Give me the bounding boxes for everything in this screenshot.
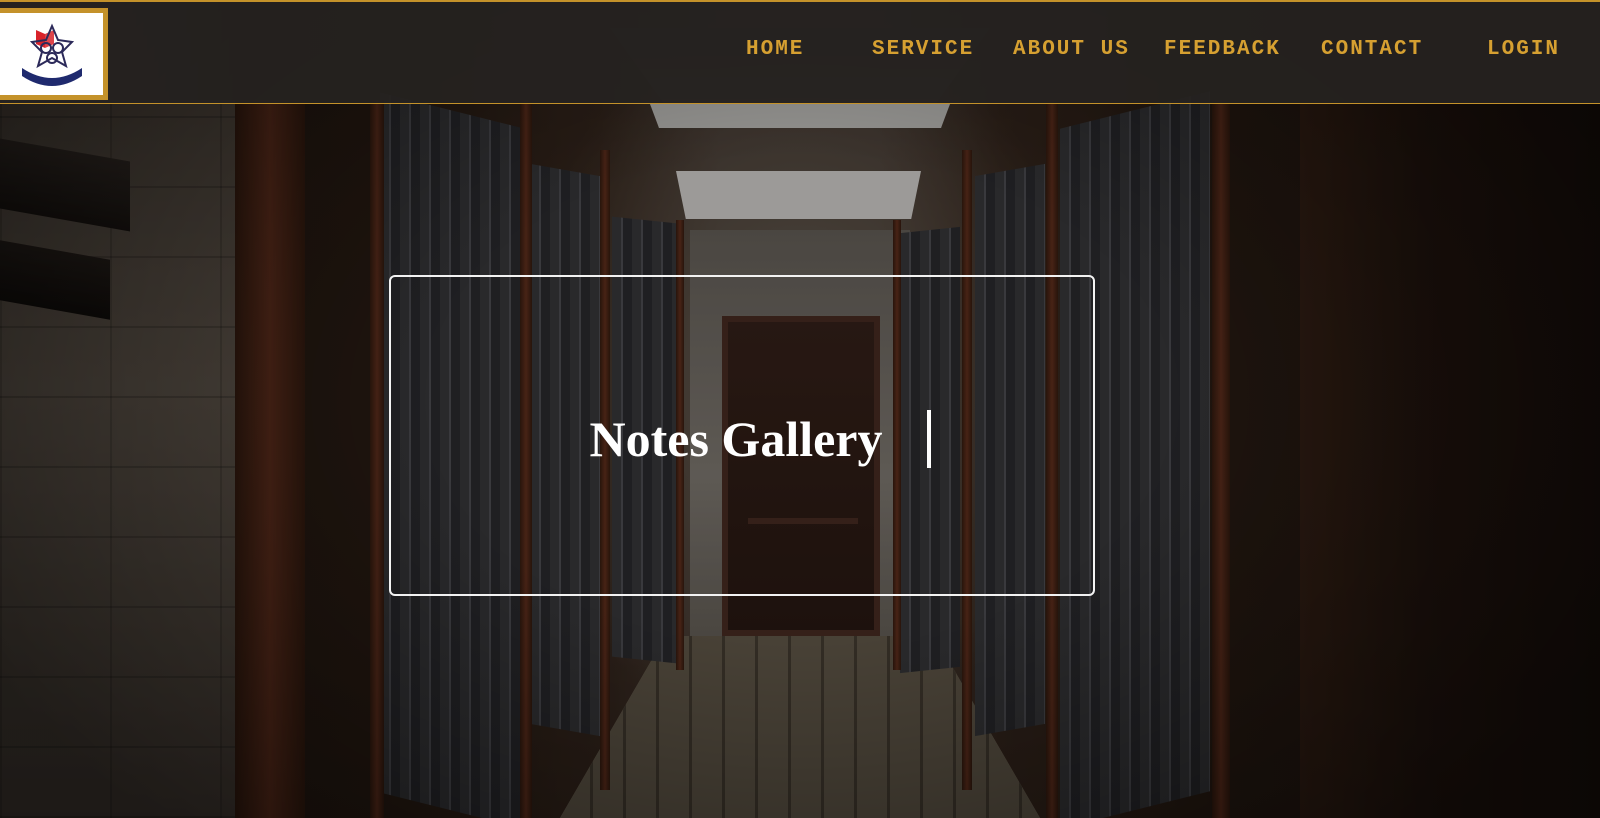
main-navigation: HOME SERVICE ABOUT US FEEDBACK CONTACT L… [0,38,1600,66]
hero-title: Notes Gallery [589,411,883,467]
nav-home-link[interactable]: HOME [746,38,804,61]
navbar: HOME SERVICE ABOUT US FEEDBACK CONTACT L… [0,0,1600,104]
hero-box: Notes Gallery [389,275,1095,596]
nav-about-us-link[interactable]: ABOUT US [1013,38,1130,61]
nav-service-link[interactable]: SERVICE [872,38,974,61]
nav-feedback-link[interactable]: FEEDBACK [1164,38,1281,61]
nav-contact-link[interactable]: CONTACT [1321,38,1423,61]
typing-cursor [927,410,931,468]
nav-login-link[interactable]: LOGIN [1487,38,1560,61]
